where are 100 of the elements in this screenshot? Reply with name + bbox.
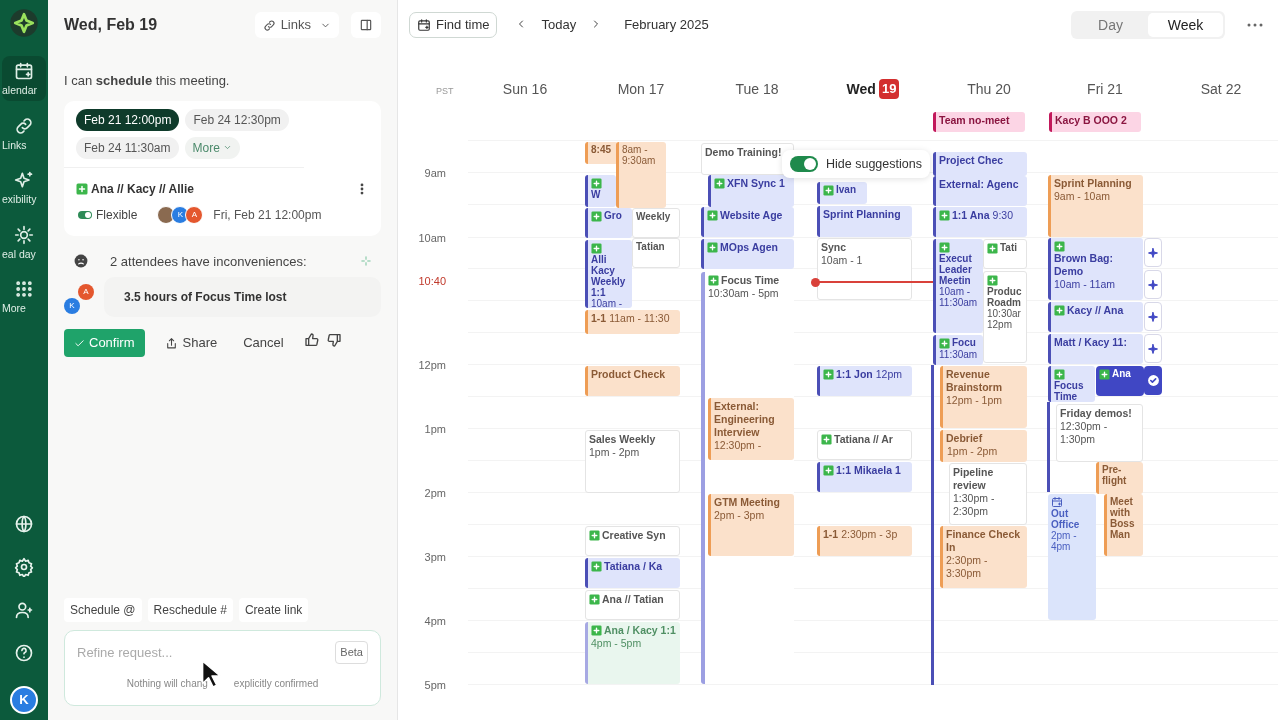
- calendar-event[interactable]: XFN Sync 1: [708, 175, 794, 207]
- calendar-event[interactable]: Weekly: [632, 208, 680, 238]
- grid-icon: [14, 279, 34, 299]
- event-title: Product Check: [591, 368, 666, 381]
- sidebar-item[interactable]: exibility: [2, 165, 46, 210]
- calendar-event[interactable]: Produc Roadm 10:30ar 12pm: [983, 271, 1027, 363]
- event-title: Focu: [952, 337, 976, 348]
- calendar-event[interactable]: 1-1 11am - 11:30: [585, 310, 680, 334]
- calendar-event[interactable]: 1:1 Jon 12pm: [817, 366, 912, 396]
- calendar-event[interactable]: Gro: [585, 208, 632, 238]
- calendar-event[interactable]: MOps Agen: [701, 239, 794, 269]
- calendar-event[interactable]: Pipeline review 1:30pm - 2:30pm: [949, 463, 1027, 525]
- calendar-event[interactable]: Matt / Kacy 11:: [1048, 334, 1143, 364]
- event-title: Sync: [821, 241, 847, 254]
- calendar-event[interactable]: Execut Leader Meetin 10am - 11:30am: [933, 239, 983, 333]
- view-tab[interactable]: Day: [1073, 13, 1148, 37]
- calendar-event[interactable]: Project Chec: [933, 152, 1027, 176]
- shortcut-button[interactable]: Reschedule #: [147, 598, 233, 622]
- calendar-event[interactable]: External: Engineering Interview 12:30pm -: [708, 398, 794, 460]
- today-button[interactable]: Today: [535, 15, 583, 35]
- add-suggestion-button[interactable]: [1144, 270, 1162, 299]
- calendar-event[interactable]: Product Check: [585, 366, 680, 396]
- calendar-event[interactable]: Focu 11:30am: [933, 335, 983, 365]
- calendar-event[interactable]: Kacy B OOO 2: [1049, 112, 1141, 132]
- time-slot-chip[interactable]: Feb 24 12:30pm: [185, 108, 289, 131]
- event-title: Alli Kacy Weekly 1:1: [591, 254, 627, 298]
- hour-label: 12pm: [417, 358, 446, 373]
- sidebar-item[interactable]: eal day: [2, 219, 46, 264]
- sidebar-item[interactable]: Links: [2, 110, 46, 155]
- shortcut-button[interactable]: Schedule @: [64, 598, 142, 622]
- calendar-event[interactable]: 1-1 2:30pm - 3p: [817, 526, 912, 556]
- calendar-event[interactable]: Sprint Planning: [817, 206, 912, 237]
- calendar-event[interactable]: Tatiana / Ka: [585, 558, 680, 588]
- event-time: 9:30: [992, 209, 1013, 222]
- calendar-event[interactable]: Ana: [1096, 366, 1144, 396]
- calendar-event[interactable]: 1:1 Ana 9:30: [933, 207, 1027, 237]
- calendar-event[interactable]: Team no-meet: [933, 112, 1025, 132]
- sidebar-item[interactable]: More: [2, 274, 46, 319]
- calendar-event[interactable]: Out Office 2pm - 4pm: [1048, 494, 1096, 620]
- attendee-avatar: A: [78, 284, 94, 300]
- calendar-event[interactable]: Pre-flight: [1096, 462, 1143, 494]
- flexible-toggle[interactable]: Flexible: [78, 205, 138, 224]
- event-time: 2:30pm - 3p: [841, 528, 898, 541]
- calendar-event[interactable]: Ana // Tatian: [585, 590, 680, 620]
- beta-badge: Beta: [335, 641, 368, 664]
- plus-icon: [591, 561, 602, 572]
- view-tab[interactable]: Week: [1148, 13, 1223, 37]
- calendar-event[interactable]: Website Age: [701, 207, 794, 237]
- add-suggestion-button[interactable]: [1144, 334, 1162, 363]
- calendar-event[interactable]: Tatiana // Ar: [817, 430, 912, 460]
- time-slot-chip[interactable]: Feb 24 11:30am: [76, 136, 179, 159]
- sidebar-item[interactable]: alendar: [2, 56, 46, 101]
- calendar-event[interactable]: External: Agenc: [933, 176, 1027, 206]
- links-dropdown[interactable]: Links: [254, 12, 339, 38]
- cancel-button[interactable]: Cancel: [233, 329, 294, 357]
- share-button[interactable]: Share: [154, 329, 228, 357]
- event-time: 10am -: [591, 298, 623, 309]
- calendar-event[interactable]: Sales Weekly 1pm - 2pm: [585, 430, 680, 493]
- calendar-event[interactable]: Friday demos! 12:30pm - 1:30pm: [1056, 404, 1143, 462]
- user-avatar[interactable]: K: [10, 686, 38, 714]
- calendar-event[interactable]: Sprint Planning 9am - 10am: [1048, 175, 1143, 237]
- collapse-panel-button[interactable]: [351, 12, 381, 38]
- event-title: 1-1: [823, 528, 839, 541]
- calendar-event[interactable]: Meet with Boss Man: [1104, 494, 1143, 556]
- confirmed-suggestion-button[interactable]: [1144, 366, 1162, 395]
- calendar-event[interactable]: Kacy // Ana: [1048, 302, 1143, 332]
- calendar-event[interactable]: Creative Syn: [585, 526, 680, 556]
- plus-icon: [987, 243, 998, 254]
- calendar-event[interactable]: Demo Training!: [701, 143, 794, 175]
- calendar-event[interactable]: 8am - 9:30am: [616, 142, 666, 208]
- calendar-event[interactable]: Sync 10am - 1: [817, 238, 912, 300]
- calendar-event[interactable]: 8:45: [585, 142, 618, 164]
- calendar-event[interactable]: Tatian: [632, 238, 680, 268]
- calendar-event[interactable]: Tati: [983, 239, 1027, 269]
- calendar-event[interactable]: Alli Kacy Weekly 1:1 10am -: [585, 240, 632, 308]
- calendar-event[interactable]: Debrief 1pm - 2pm: [940, 430, 1027, 462]
- shortcut-button[interactable]: Create link: [238, 598, 309, 622]
- event-title: Produc Roadm: [987, 286, 1023, 308]
- hide-suggestions-toggle[interactable]: Hide suggestions: [782, 150, 930, 178]
- more-options-button[interactable]: [1247, 23, 1263, 27]
- calendar-event[interactable]: Revenue Brainstorm 12pm - 1pm: [940, 366, 1027, 428]
- refine-request-input[interactable]: Refine request...: [77, 642, 336, 662]
- add-suggestion-button[interactable]: [1144, 238, 1162, 267]
- calendar-event[interactable]: GTM Meeting 2pm - 3pm: [708, 494, 794, 556]
- calendar-event[interactable]: W: [585, 175, 616, 207]
- event-title: Ana / Kacy 1:1: [604, 624, 676, 637]
- more-dropdown[interactable]: More: [184, 136, 240, 159]
- event-time: 10am - 11am: [1054, 278, 1116, 290]
- time-slot-chip[interactable]: Feb 21 12:00pm: [76, 108, 180, 131]
- calendar-event[interactable]: 1:1 Mikaela 1: [817, 462, 912, 492]
- event-title: Team no-meet: [939, 114, 1010, 127]
- calendar-event[interactable]: Finance Check In 2:30pm - 3:30pm: [940, 526, 1027, 588]
- find-time-button[interactable]: Find time: [409, 12, 498, 38]
- day-header: Sat 22: [1200, 79, 1242, 99]
- calendar-event[interactable]: Ana / Kacy 1:1 4pm - 5pm: [585, 622, 680, 684]
- calendar-event[interactable]: Brown Bag: Demo 10am - 11am: [1048, 238, 1143, 300]
- calendar-event[interactable]: Focus Time: [1048, 366, 1095, 402]
- event-title: Kacy B OOO 2: [1055, 114, 1127, 127]
- calendar-event[interactable]: Ivan: [817, 182, 867, 204]
- add-suggestion-button[interactable]: [1144, 302, 1162, 331]
